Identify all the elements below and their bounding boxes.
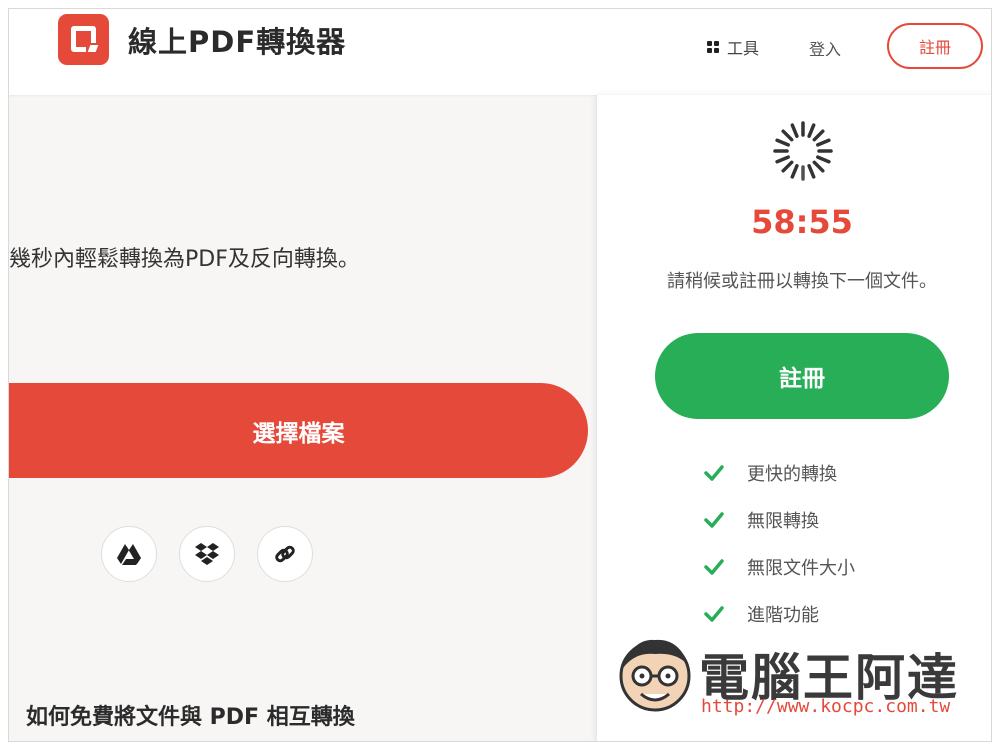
page-subtitle: 幾秒內輕鬆轉換為PDF及反向轉換。 xyxy=(9,247,360,272)
link-button[interactable] xyxy=(257,526,313,582)
watermark-url: http://www.kocpc.com.tw xyxy=(701,696,951,717)
app-title[interactable]: 線上PDF轉換器 xyxy=(128,19,346,61)
register-button-header[interactable]: 註冊 xyxy=(887,23,983,69)
google-drive-icon xyxy=(117,544,141,565)
site-watermark: 電腦王阿達 http://www.kocpc.com.tw xyxy=(609,624,969,724)
feature-list: 更快的轉換 無限轉換 無限文件大小 進階功能 xyxy=(703,449,855,637)
feature-label: 無限轉換 xyxy=(747,510,819,532)
tools-menu[interactable]: 工具 xyxy=(707,35,759,59)
loading-spinner-icon xyxy=(773,121,833,181)
feature-label: 無限文件大小 xyxy=(747,557,855,579)
tools-label: 工具 xyxy=(727,39,760,58)
how-to-heading: 如何免費將文件與 PDF 相互轉換 xyxy=(26,705,355,730)
feature-item: 無限文件大小 xyxy=(703,543,855,590)
check-icon xyxy=(704,605,724,622)
grid-icon xyxy=(707,41,719,53)
login-link[interactable]: 登入 xyxy=(809,36,841,60)
dropbox-icon xyxy=(195,543,219,565)
register-button[interactable]: 註冊 xyxy=(655,333,949,419)
app-window: 線上PDF轉換器 工具 登入 註冊 幾秒內輕鬆轉換為PDF及反向轉換。 選擇檔案 xyxy=(8,8,992,742)
dropbox-button[interactable] xyxy=(179,526,235,582)
choose-file-button[interactable]: 選擇檔案 xyxy=(9,383,588,478)
app-logo[interactable] xyxy=(58,14,109,65)
check-icon xyxy=(704,558,724,575)
mascot-face-icon xyxy=(619,639,691,712)
feature-item: 更快的轉換 xyxy=(703,449,855,496)
check-icon xyxy=(704,464,724,481)
countdown-timer: 58:55 xyxy=(751,203,853,241)
check-icon xyxy=(704,511,724,528)
choose-file-label: 選擇檔案 xyxy=(252,420,345,447)
feature-label: 進階功能 xyxy=(747,604,819,626)
feature-item: 無限轉換 xyxy=(703,496,855,543)
top-header: 線上PDF轉換器 工具 登入 註冊 xyxy=(9,9,991,95)
google-drive-button[interactable] xyxy=(101,526,157,582)
feature-label: 更快的轉換 xyxy=(747,463,837,485)
wait-message: 請稍候或註冊以轉換下一個文件。 xyxy=(667,271,937,292)
link-icon xyxy=(275,545,295,563)
